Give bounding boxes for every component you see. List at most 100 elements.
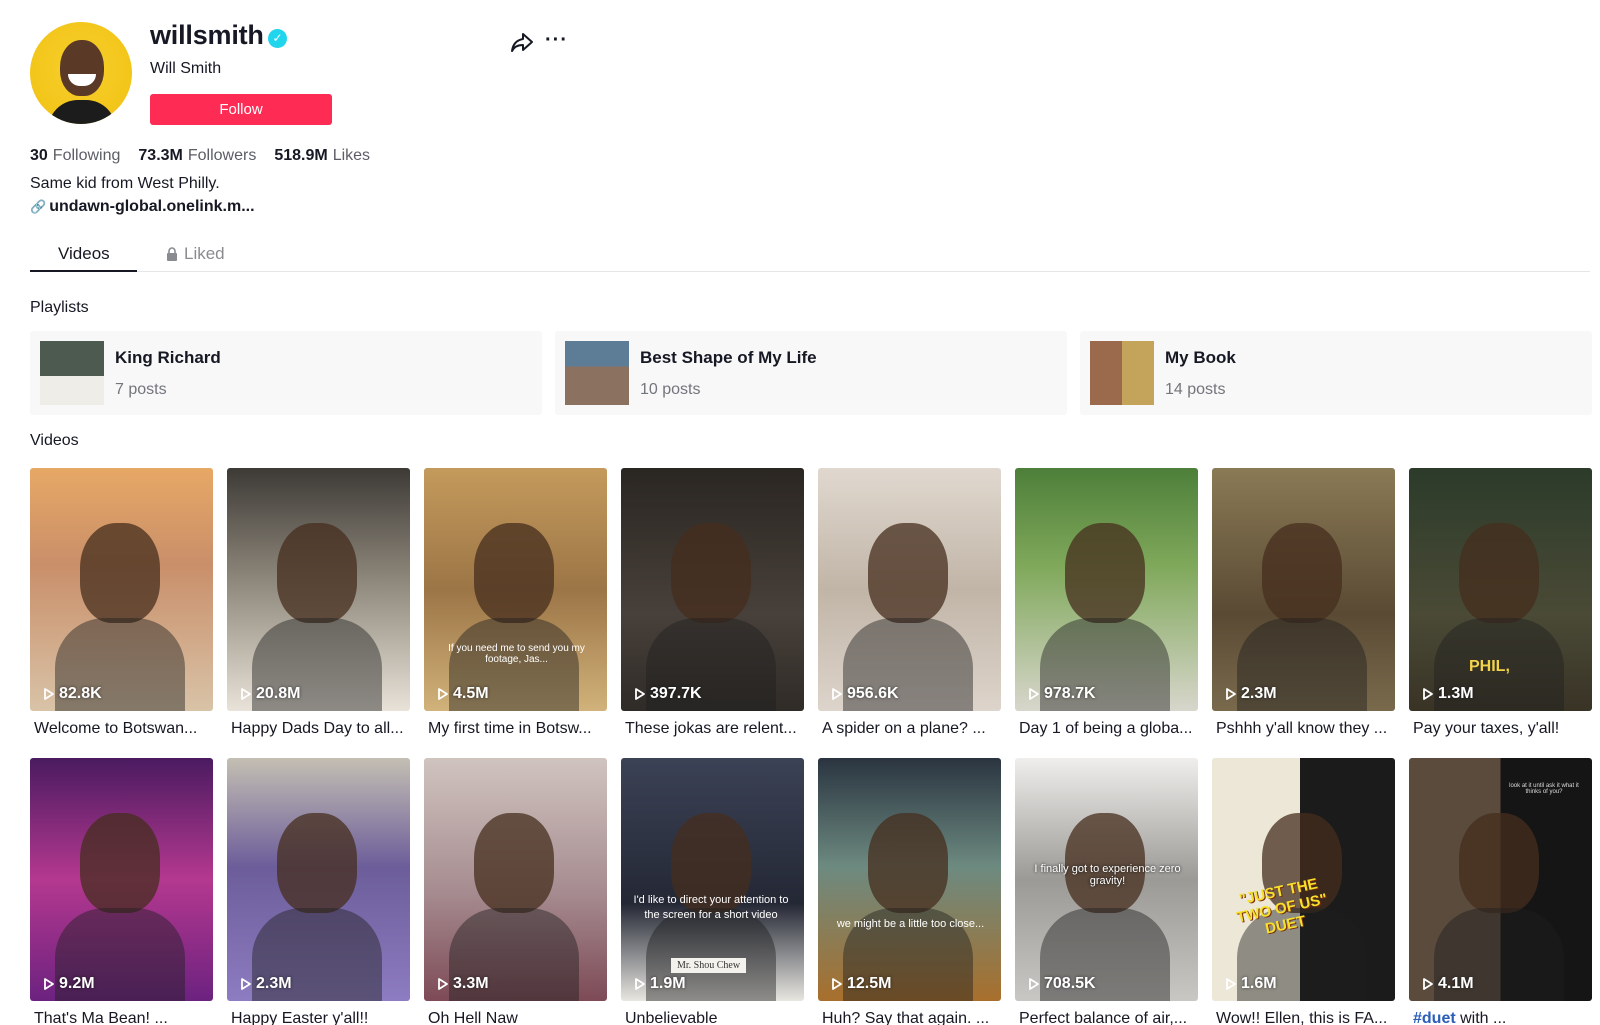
play-icon [241, 688, 251, 700]
video-card[interactable]: 1.6M "JUST THE TWO OF US" DUET Wow!! Ellen… [1212, 758, 1395, 1025]
video-caption[interactable]: Happy Dads Day to all... [227, 720, 410, 738]
verified-badge-icon: ✓ [268, 29, 287, 48]
video-card[interactable]: 82.8K Welcome to Botswan... [30, 468, 213, 738]
video-caption[interactable]: Welcome to Botswan... [30, 720, 213, 738]
video-caption[interactable]: Pay your taxes, y'all! [1409, 720, 1592, 738]
video-figure [868, 813, 948, 913]
view-count-text: 708.5K [1044, 975, 1096, 992]
video-view-count: 397.7K [635, 685, 702, 703]
video-view-count: 3.3M [438, 975, 489, 993]
video-thumbnail[interactable]: 956.6K [818, 468, 1001, 711]
video-thumbnail[interactable]: 4.5M If you need me to send you my footag… [424, 468, 607, 711]
play-icon [1029, 978, 1039, 990]
bio-link-text[interactable]: undawn-global.onelink.m... [49, 198, 254, 216]
video-thumbnail[interactable]: 12.5M we might be a little too close... [818, 758, 1001, 1001]
video-caption[interactable]: Happy Easter y'all!! [227, 1010, 410, 1025]
view-count-text: 1.9M [650, 975, 686, 992]
video-view-count: 2.3M [1226, 685, 1277, 703]
playlist-title: My Book [1165, 348, 1236, 367]
video-caption[interactable]: #duet with ... [1409, 1010, 1592, 1025]
playlist-card[interactable]: Best Shape of My Life 10 posts [555, 331, 1067, 415]
video-thumbnail[interactable]: 3.3M [424, 758, 607, 1001]
avatar[interactable] [30, 22, 132, 124]
video-thumbnail[interactable]: 4.1M look at it until ask it what it thin… [1409, 758, 1592, 1001]
video-figure [671, 523, 751, 623]
likes-stat: 518.9M Likes [274, 147, 371, 164]
play-icon [1226, 978, 1236, 990]
video-figure [1262, 523, 1342, 623]
follow-button[interactable]: Follow [150, 94, 332, 125]
more-icon[interactable]: ··· [545, 30, 569, 53]
playlist-title: Best Shape of My Life [640, 348, 817, 367]
profile-tabs: Videos Liked [30, 238, 1590, 272]
video-caption[interactable]: Wow!! Ellen, this is FA... [1212, 1010, 1395, 1025]
playlist-thumbnail [1090, 341, 1154, 405]
video-card[interactable]: 20.8M Happy Dads Day to all... [227, 468, 410, 738]
playlist-count: 7 posts [115, 381, 167, 398]
video-thumbnail[interactable]: 1.6M "JUST THE TWO OF US" DUET [1212, 758, 1395, 1001]
play-icon [241, 978, 251, 990]
video-card[interactable]: 4.5M If you need me to send you my footag… [424, 468, 607, 738]
view-count-text: 3.3M [453, 975, 489, 992]
view-count-text: 9.2M [59, 975, 95, 992]
video-figure [277, 523, 357, 623]
video-thumbnail[interactable]: 2.3M [1212, 468, 1395, 711]
video-thumbnail[interactable]: 708.5K I finally got to experience zero g… [1015, 758, 1198, 1001]
video-thumbnail[interactable]: 20.8M [227, 468, 410, 711]
video-card[interactable]: 956.6K A spider on a plane? ... [818, 468, 1001, 738]
video-thumbnail[interactable]: 82.8K [30, 468, 213, 711]
tab-liked-label: Liked [184, 244, 225, 263]
play-icon [832, 978, 842, 990]
play-icon [44, 978, 54, 990]
video-card[interactable]: 12.5M we might be a little too close... Hu… [818, 758, 1001, 1025]
video-figure [1459, 813, 1539, 913]
video-thumbnail[interactable]: 9.2M [30, 758, 213, 1001]
video-caption[interactable]: Perfect balance of air,... [1015, 1010, 1198, 1025]
share-icon[interactable] [510, 31, 534, 53]
video-caption[interactable]: That's Ma Bean! ... [30, 1010, 213, 1025]
video-thumbnail[interactable]: 1.3M PHIL, [1409, 468, 1592, 711]
video-card[interactable]: 708.5K I finally got to experience zero g… [1015, 758, 1198, 1025]
video-card[interactable]: 9.2M That's Ma Bean! ... [30, 758, 213, 1025]
bio-link[interactable]: 🔗 undawn-global.onelink.m... [30, 198, 255, 216]
view-count-text: 1.6M [1241, 975, 1277, 992]
playlist-thumbnail [40, 341, 104, 405]
playlist-card[interactable]: My Book 14 posts [1080, 331, 1592, 415]
video-caption[interactable]: Pshhh y'all know they ... [1212, 720, 1395, 738]
videos-heading: Videos [30, 432, 79, 449]
video-card[interactable]: 4.1M look at it until ask it what it thin… [1409, 758, 1592, 1025]
tab-videos[interactable]: Videos [58, 244, 110, 264]
video-thumbnail[interactable]: 978.7K [1015, 468, 1198, 711]
video-card[interactable]: 1.3M PHIL, Pay your taxes, y'all! [1409, 468, 1592, 738]
video-caption[interactable]: My first time in Botsw... [424, 720, 607, 738]
video-caption[interactable]: These jokas are relent... [621, 720, 804, 738]
link-icon: 🔗 [30, 199, 47, 214]
play-icon [635, 978, 645, 990]
hashtag-link[interactable]: #duet [1413, 1010, 1456, 1025]
video-view-count: 1.6M [1226, 975, 1277, 993]
video-caption[interactable]: Oh Hell Naw [424, 1010, 607, 1025]
video-card[interactable]: 978.7K Day 1 of being a globa... [1015, 468, 1198, 738]
video-overlay-text: we might be a little too close... [836, 918, 985, 930]
video-caption[interactable]: Huh? Say that again. ... [818, 1010, 1001, 1025]
username: willsmith [150, 20, 264, 50]
video-view-count: 82.8K [44, 685, 102, 703]
video-card[interactable]: 2.3M Pshhh y'all know they ... [1212, 468, 1395, 738]
video-thumbnail[interactable]: 2.3M [227, 758, 410, 1001]
video-thumbnail[interactable]: 397.7K [621, 468, 804, 711]
video-caption[interactable]: Day 1 of being a globa... [1015, 720, 1198, 738]
video-card[interactable]: 2.3M Happy Easter y'all!! [227, 758, 410, 1025]
playlist-card[interactable]: King Richard 7 posts [30, 331, 542, 415]
tab-liked[interactable]: Liked [166, 244, 225, 264]
following-stat[interactable]: 30 Following [30, 147, 120, 165]
followers-stat[interactable]: 73.3M Followers [138, 147, 256, 165]
play-icon [1423, 688, 1433, 700]
video-card[interactable]: 397.7K These jokas are relent... [621, 468, 804, 738]
video-caption[interactable]: A spider on a plane? ... [818, 720, 1001, 738]
video-thumbnail[interactable]: 1.9M I'd like to direct your attention to… [621, 758, 804, 1001]
video-card[interactable]: 3.3M Oh Hell Naw [424, 758, 607, 1025]
video-card[interactable]: 1.9M I'd like to direct your attention to… [621, 758, 804, 1025]
video-view-count: 1.9M [635, 975, 686, 993]
lock-icon [167, 247, 177, 261]
video-caption[interactable]: Unbelievable [621, 1010, 804, 1025]
